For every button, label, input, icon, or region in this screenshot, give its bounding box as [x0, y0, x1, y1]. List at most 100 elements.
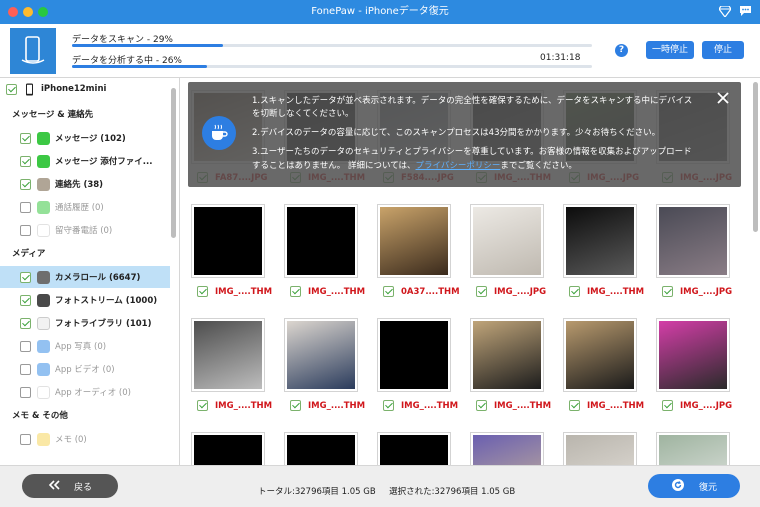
- total-count: トータル:32796項目 1.05 GB: [258, 487, 376, 497]
- sidebar-item-checkbox[interactable]: [20, 363, 31, 375]
- sidebar-item-checkbox[interactable]: [20, 155, 31, 167]
- scan-progress-fill: [72, 44, 223, 47]
- photo-checkbox[interactable]: [290, 286, 301, 297]
- sidebar-item-checkbox[interactable]: [20, 294, 31, 306]
- sidebar-item-checkbox[interactable]: [20, 317, 31, 329]
- sidebar-item-checkbox[interactable]: [20, 132, 31, 144]
- selected-count: 選択された:32796項目 1.05 GB: [389, 487, 516, 497]
- photo-thumbnail[interactable]: [470, 318, 544, 392]
- zoom-window-button[interactable]: [38, 7, 48, 17]
- photo-label: IMG_....THM: [383, 400, 458, 411]
- photo-thumbnail[interactable]: [656, 204, 730, 278]
- photo-thumbnail[interactable]: [656, 432, 730, 465]
- photo-checkbox[interactable]: [197, 400, 208, 411]
- photo-thumbnail[interactable]: [284, 432, 358, 465]
- photo-label: IMG_....JPG: [662, 286, 732, 297]
- sidebar-item-checkbox[interactable]: [20, 178, 31, 190]
- sidebar-item[interactable]: メモ (0): [0, 428, 170, 450]
- sidebar-item[interactable]: App オーディオ (0): [0, 381, 170, 403]
- sidebar-item-label: 連絡先 (38): [55, 180, 104, 190]
- close-tip-button[interactable]: [717, 92, 729, 104]
- sidebar-item[interactable]: 通話履歴 (0): [0, 196, 170, 218]
- photo-thumbnail[interactable]: [377, 318, 451, 392]
- sidebar-item[interactable]: 連絡先 (38): [0, 173, 170, 195]
- sidebar-item-checkbox[interactable]: [20, 201, 31, 213]
- iphone-icon: [23, 83, 36, 96]
- photo-checkbox[interactable]: [662, 286, 673, 297]
- photo-checkbox[interactable]: [383, 286, 394, 297]
- footer-bar: 戻る トータル:32796項目 1.05 GB 選択された:32796項目 1.…: [0, 465, 760, 507]
- recover-button[interactable]: 復元: [648, 474, 740, 498]
- double-chevron-left-icon: [48, 479, 60, 493]
- sidebar-item-label: メモ (0): [55, 435, 87, 445]
- pause-button[interactable]: 一時停止: [646, 41, 694, 59]
- photo-checkbox[interactable]: [569, 400, 580, 411]
- sidebar-scrollbar[interactable]: [171, 88, 176, 462]
- sidebar-item[interactable]: App ビデオ (0): [0, 358, 170, 380]
- photo-filename: IMG_....THM: [308, 286, 366, 297]
- photo-checkbox[interactable]: [197, 286, 208, 297]
- photo-label: 0A37....THM: [383, 286, 460, 297]
- sidebar-item-checkbox[interactable]: [20, 340, 31, 352]
- sidebar-item-label: メッセージ 添付ファイ...: [55, 157, 153, 167]
- photo-checkbox[interactable]: [383, 400, 394, 411]
- photo-thumbnail[interactable]: [191, 432, 265, 465]
- photo-thumbnail[interactable]: [470, 432, 544, 465]
- photo-thumbnail[interactable]: [563, 432, 637, 465]
- sidebar-item-checkbox[interactable]: [20, 224, 31, 236]
- voicemail-icon: [37, 223, 50, 237]
- sidebar-item-label: App 写真 (0): [55, 342, 107, 352]
- photo-checkbox[interactable]: [290, 400, 301, 411]
- photo-thumbnail[interactable]: [284, 204, 358, 278]
- photo-thumbnail[interactable]: [470, 204, 544, 278]
- photo-checkbox[interactable]: [662, 400, 673, 411]
- message-icon: [37, 131, 50, 145]
- photo-checkbox[interactable]: [476, 286, 487, 297]
- photo-thumbnail[interactable]: [656, 318, 730, 392]
- sidebar-item-label: メッセージ (102): [55, 134, 126, 144]
- elapsed-time: 01:31:18: [540, 53, 581, 63]
- chat-icon[interactable]: [738, 4, 752, 18]
- photo-checkbox[interactable]: [476, 400, 487, 411]
- grid-scrollbar[interactable]: [753, 82, 758, 462]
- sidebar-item-label: カメラロール (6647): [55, 273, 141, 283]
- photo-thumbnail[interactable]: [563, 204, 637, 278]
- photo-thumbnail[interactable]: [191, 318, 265, 392]
- diamond-icon[interactable]: [718, 4, 732, 18]
- minimize-window-button[interactable]: [23, 7, 33, 17]
- photo-thumbnail[interactable]: [191, 204, 265, 278]
- photo-filename: 0A37....THM: [401, 286, 460, 297]
- tip-line-3: 3.ユーザーたちのデータのセキュリティとプライバシーを尊重しています。お客様の情…: [252, 147, 692, 157]
- sidebar-item[interactable]: メッセージ 添付ファイ...: [0, 150, 170, 172]
- tip-line-4-text: することはありません。 詳細については、: [252, 161, 416, 171]
- sidebar-item[interactable]: メッセージ (102): [0, 127, 170, 149]
- sidebar-item[interactable]: フォトストリーム (1000): [0, 289, 170, 311]
- photo-thumbnail[interactable]: [284, 318, 358, 392]
- back-button[interactable]: 戻る: [22, 474, 118, 498]
- device-checkbox[interactable]: [6, 83, 17, 95]
- close-window-button[interactable]: [8, 7, 18, 17]
- photo-checkbox[interactable]: [569, 286, 580, 297]
- stop-button[interactable]: 停止: [702, 41, 744, 59]
- device-row[interactable]: iPhone12mini: [0, 78, 170, 100]
- sidebar-item-checkbox[interactable]: [20, 271, 31, 283]
- category-sidebar: iPhone12mini メッセージ & 連絡先 メッセージ (102) メッセージ…: [0, 78, 180, 465]
- photo-thumbnail[interactable]: [563, 318, 637, 392]
- sidebar-item[interactable]: カメラロール (6647): [0, 266, 170, 288]
- photo-label: IMG_....JPG: [662, 400, 732, 411]
- tip-line-4: することはありません。 詳細については、プライバシーポリシーまでご覧ください。: [252, 159, 577, 171]
- photo-label: IMG_....THM: [197, 400, 272, 411]
- sidebar-item[interactable]: フォトライブラリ (101): [0, 312, 170, 334]
- photos-icon: [37, 316, 50, 330]
- sidebar-item[interactable]: 留守番電話 (0): [0, 219, 170, 241]
- sidebar-item-checkbox[interactable]: [20, 386, 31, 398]
- photo-thumbnail[interactable]: [377, 432, 451, 465]
- photo-label: IMG_....THM: [569, 400, 644, 411]
- privacy-policy-link[interactable]: プライバシーポリシー: [416, 161, 501, 171]
- sidebar-item[interactable]: App 写真 (0): [0, 335, 170, 357]
- app-photo-icon: [37, 339, 50, 353]
- sidebar-item-checkbox[interactable]: [20, 433, 31, 445]
- photo-thumbnail[interactable]: [377, 204, 451, 278]
- help-button[interactable]: ?: [615, 44, 628, 57]
- sidebar-section-title: メディア: [12, 249, 46, 259]
